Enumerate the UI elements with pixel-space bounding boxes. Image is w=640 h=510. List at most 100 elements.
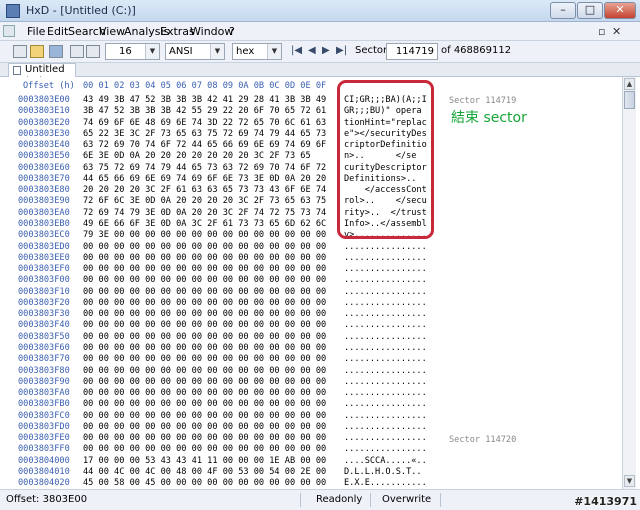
first-sector-icon[interactable]: |◀ xyxy=(291,45,302,56)
vertical-scrollbar[interactable]: ▲ ▼ xyxy=(622,77,636,489)
row-ascii[interactable]: ................ xyxy=(344,366,427,376)
row-ascii[interactable]: ................ xyxy=(344,264,427,274)
copy-icon[interactable] xyxy=(70,45,84,58)
row-ascii[interactable]: ................ xyxy=(344,422,427,432)
row-ascii[interactable]: ................ xyxy=(344,309,427,319)
row-hex-bytes[interactable]: 00 00 00 00 00 00 00 00 00 00 00 00 00 0… xyxy=(83,298,326,308)
open-folder-icon[interactable] xyxy=(30,45,44,58)
row-offset: 0003803F90 xyxy=(18,376,70,387)
row-hex-bytes[interactable]: 00 00 00 00 00 00 00 00 00 00 00 00 00 0… xyxy=(83,354,326,364)
row-hex-bytes[interactable]: 00 00 00 00 00 00 00 00 00 00 00 00 00 0… xyxy=(83,422,326,432)
row-ascii[interactable]: ................ xyxy=(344,388,427,398)
row-hex-bytes[interactable]: 17 00 00 00 53 43 43 41 11 00 00 00 1E A… xyxy=(83,456,326,466)
mdi-close-icon[interactable]: ✕ xyxy=(612,25,621,38)
menu-window[interactable]: Window xyxy=(190,25,233,38)
scroll-down-icon[interactable]: ▼ xyxy=(624,475,635,487)
row-offset: 0003803FF0 xyxy=(18,444,70,455)
row-ascii[interactable]: ....SCCA.....«.. xyxy=(344,456,427,466)
row-hex-bytes[interactable]: 00 00 00 00 00 00 00 00 00 00 00 00 00 0… xyxy=(83,343,326,353)
row-hex-bytes[interactable]: 63 75 72 69 74 79 44 65 73 63 72 69 70 7… xyxy=(83,163,326,173)
row-hex-bytes[interactable]: 43 49 3B 47 52 3B 3B 3B 42 41 29 28 41 3… xyxy=(83,95,326,105)
row-ascii[interactable]: ................ xyxy=(344,444,427,454)
row-hex-bytes[interactable]: 65 22 3E 3C 2F 73 65 63 75 72 69 74 79 4… xyxy=(83,129,326,139)
row-hex-bytes[interactable]: 74 69 6F 6E 48 69 6E 74 3D 22 72 65 70 6… xyxy=(83,118,326,128)
mdi-restore-icon[interactable]: ▫ xyxy=(598,25,605,38)
row-hex-bytes[interactable]: 00 00 00 00 00 00 00 00 00 00 00 00 00 0… xyxy=(83,444,326,454)
row-hex-bytes[interactable]: 00 00 00 00 00 00 00 00 00 00 00 00 00 0… xyxy=(83,320,326,330)
row-ascii[interactable]: ................ xyxy=(344,433,427,443)
row-ascii[interactable]: ................ xyxy=(344,399,427,409)
save-icon[interactable] xyxy=(49,45,63,58)
row-ascii[interactable]: ................ xyxy=(344,332,427,342)
row-hex-bytes[interactable]: 49 6E 66 6F 3E 0D 0A 3C 2F 61 73 73 65 6… xyxy=(83,219,326,229)
row-offset: 0003803F00 xyxy=(18,275,70,286)
minimize-button[interactable]: – xyxy=(550,2,576,19)
menu-view[interactable]: View xyxy=(99,25,125,38)
row-offset: 0003803E20 xyxy=(18,117,70,128)
charset-select[interactable]: ANSI ▼ xyxy=(165,43,225,60)
new-file-icon[interactable] xyxy=(13,45,27,58)
row-ascii[interactable]: ................ xyxy=(344,377,427,387)
menu-help[interactable]: ? xyxy=(229,25,235,38)
status-offset: Offset: 3803E00 xyxy=(6,494,88,505)
row-ascii[interactable]: ................ xyxy=(344,411,427,421)
sector-input[interactable]: 114719 xyxy=(386,43,438,60)
tab-untitled[interactable]: Untitled (C:) xyxy=(8,63,76,87)
row-hex-bytes[interactable]: 6E 3E 0D 0A 20 20 20 20 20 20 20 3C 2F 7… xyxy=(83,151,311,161)
row-hex-bytes[interactable]: 00 00 00 00 00 00 00 00 00 00 00 00 00 0… xyxy=(83,287,326,297)
row-offset: 0003803FE0 xyxy=(18,433,70,444)
offset-base-select[interactable]: hex ▼ xyxy=(232,43,282,60)
hex-editor[interactable]: Offset (h) 00 01 02 03 04 05 06 07 08 09… xyxy=(0,77,622,489)
previous-sector-icon[interactable]: ◀ xyxy=(308,45,316,56)
next-sector-icon[interactable]: ▶ xyxy=(322,45,330,56)
row-offset: 0003804020 xyxy=(18,478,70,489)
row-hex-bytes[interactable]: 79 3E 00 00 00 00 00 00 00 00 00 00 00 0… xyxy=(83,230,326,240)
row-ascii[interactable]: ................ xyxy=(344,275,427,285)
row-offset: 0003803E60 xyxy=(18,162,70,173)
close-button[interactable]: ✕ xyxy=(604,2,636,19)
row-ascii[interactable]: ................ xyxy=(344,298,427,308)
row-hex-bytes[interactable]: 00 00 00 00 00 00 00 00 00 00 00 00 00 0… xyxy=(83,264,326,274)
scroll-thumb[interactable] xyxy=(624,91,635,109)
row-hex-bytes[interactable]: 00 00 00 00 00 00 00 00 00 00 00 00 00 0… xyxy=(83,309,326,319)
row-hex-bytes[interactable]: 45 00 58 00 45 00 00 00 00 00 00 00 00 0… xyxy=(83,478,326,488)
row-hex-bytes[interactable]: 20 20 20 20 3C 2F 61 63 63 65 73 73 43 6… xyxy=(83,185,326,195)
row-hex-bytes[interactable]: 00 00 00 00 00 00 00 00 00 00 00 00 00 0… xyxy=(83,399,326,409)
tab-strip: Untitled (C:) xyxy=(0,63,640,87)
sector-value: 114719 xyxy=(395,46,434,57)
row-hex-bytes[interactable]: 00 00 00 00 00 00 00 00 00 00 00 00 00 0… xyxy=(83,433,326,443)
last-sector-icon[interactable]: ▶| xyxy=(336,45,347,56)
paste-icon[interactable] xyxy=(86,45,100,58)
row-ascii[interactable]: ................ xyxy=(344,354,427,364)
bytes-per-row-select[interactable]: 16 ▼ xyxy=(105,43,160,60)
row-hex-bytes[interactable]: 72 69 74 79 3E 0D 0A 20 20 3C 2F 74 72 7… xyxy=(83,208,326,218)
row-ascii[interactable]: ................ xyxy=(344,320,427,330)
row-ascii[interactable]: ................ xyxy=(344,343,427,353)
row-hex-bytes[interactable]: 00 00 00 00 00 00 00 00 00 00 00 00 00 0… xyxy=(83,275,326,285)
row-hex-bytes[interactable]: 63 72 69 70 74 6F 72 44 65 66 69 6E 69 7… xyxy=(83,140,326,150)
menu-edit[interactable]: Edit xyxy=(47,25,68,38)
menu-file[interactable]: File xyxy=(27,25,45,38)
row-ascii[interactable]: E.X.E........... xyxy=(344,478,427,488)
row-hex-bytes[interactable]: 00 00 00 00 00 00 00 00 00 00 00 00 00 0… xyxy=(83,388,326,398)
row-ascii[interactable]: ................ xyxy=(344,287,427,297)
sector-label: Sector xyxy=(355,45,388,56)
row-hex-bytes[interactable]: 3B 47 52 3B 3B 3B 42 55 29 22 20 6F 70 6… xyxy=(83,106,326,116)
row-hex-bytes[interactable]: 44 00 4C 00 4C 00 48 00 4F 00 53 00 54 0… xyxy=(83,467,326,477)
sector-marker: Sector 114720 xyxy=(449,435,517,445)
row-offset: 0003803E30 xyxy=(18,128,70,139)
row-hex-bytes[interactable]: 00 00 00 00 00 00 00 00 00 00 00 00 00 0… xyxy=(83,253,326,263)
row-hex-bytes[interactable]: 00 00 00 00 00 00 00 00 00 00 00 00 00 0… xyxy=(83,411,326,421)
row-ascii[interactable]: ................ xyxy=(344,242,427,252)
offset-base-value: hex xyxy=(236,46,255,57)
row-hex-bytes[interactable]: 00 00 00 00 00 00 00 00 00 00 00 00 00 0… xyxy=(83,242,326,252)
scroll-up-icon[interactable]: ▲ xyxy=(624,78,635,90)
row-hex-bytes[interactable]: 44 65 66 69 6E 69 74 69 6F 6E 73 3E 0D 0… xyxy=(83,174,326,184)
row-ascii[interactable]: D.L.L.H.O.S.T.. xyxy=(344,467,422,477)
maximize-button[interactable]: □ xyxy=(577,2,603,19)
row-hex-bytes[interactable]: 00 00 00 00 00 00 00 00 00 00 00 00 00 0… xyxy=(83,332,326,342)
row-hex-bytes[interactable]: 00 00 00 00 00 00 00 00 00 00 00 00 00 0… xyxy=(83,366,326,376)
row-hex-bytes[interactable]: 72 6F 6C 3E 0D 0A 20 20 20 20 3C 2F 73 6… xyxy=(83,196,326,206)
row-ascii[interactable]: ................ xyxy=(344,253,427,263)
row-hex-bytes[interactable]: 00 00 00 00 00 00 00 00 00 00 00 00 00 0… xyxy=(83,377,326,387)
